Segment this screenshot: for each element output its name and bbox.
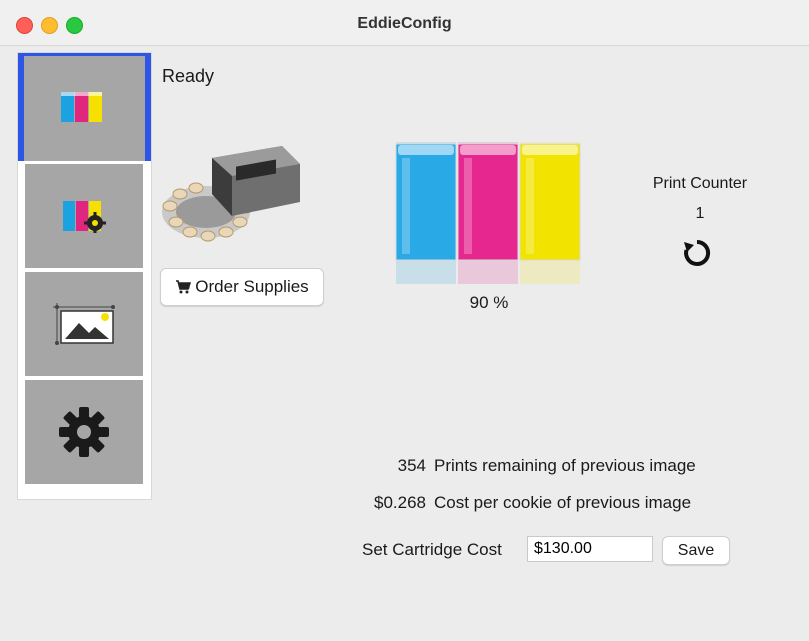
prints-remaining-value: 354 bbox=[397, 456, 426, 475]
save-button[interactable]: Save bbox=[662, 536, 730, 565]
cost-per-cookie-label: Cost per cookie of previous image bbox=[434, 493, 692, 512]
cartridge-settings-icon bbox=[63, 201, 106, 233]
cart-icon bbox=[176, 280, 192, 294]
order-supplies-button[interactable]: Order Supplies bbox=[160, 268, 324, 306]
gear-icon bbox=[59, 407, 109, 457]
magenta-ink-bar-highlight bbox=[460, 145, 516, 155]
print-counter-label: Print Counter bbox=[652, 175, 748, 192]
status-text: Ready bbox=[162, 66, 215, 86]
cartridge-cost-label: Set Cartridge Cost bbox=[362, 540, 502, 559]
prints-remaining-label: Prints remaining of previous image bbox=[434, 456, 696, 475]
yellow-ink-bar-shine bbox=[526, 158, 534, 254]
printer-image bbox=[162, 146, 300, 242]
magenta-ink-bar-shine bbox=[464, 158, 472, 254]
cost-per-cookie-value: $0.268 bbox=[374, 493, 426, 512]
cyan-ink-bar-shine bbox=[402, 158, 410, 254]
sidebar-item-cartridge-settings[interactable] bbox=[25, 164, 143, 268]
sidebar-item-settings[interactable] bbox=[25, 380, 143, 484]
cartridge-cost-input[interactable] bbox=[527, 536, 653, 562]
ink-level-label: 90 % bbox=[469, 293, 509, 312]
order-supplies-label: Order Supplies bbox=[195, 277, 309, 296]
sidebar-selection-highlight bbox=[18, 53, 151, 161]
ink-level-gauge bbox=[395, 142, 581, 284]
app-window: EddieConfig Ready Order Supplies 90 % Pr… bbox=[0, 0, 809, 641]
sidebar-selection-bar bbox=[18, 53, 24, 161]
title-bar: EddieConfig bbox=[0, 0, 809, 46]
cyan-ink-bar-highlight bbox=[398, 145, 454, 155]
sidebar bbox=[17, 52, 152, 500]
sidebar-item-image[interactable] bbox=[25, 272, 143, 376]
reset-icon[interactable] bbox=[682, 238, 712, 268]
print-counter-value: 1 bbox=[695, 205, 705, 222]
yellow-ink-bar-highlight bbox=[522, 145, 578, 155]
window-title: EddieConfig bbox=[357, 15, 452, 32]
image-icon bbox=[53, 303, 115, 345]
